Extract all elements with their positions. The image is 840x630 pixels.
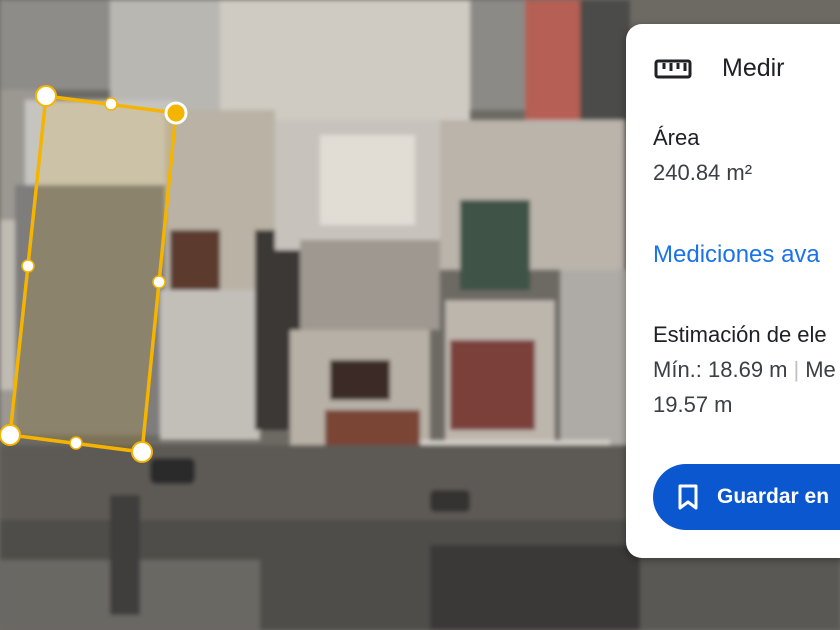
midpoint-handle[interactable] <box>104 97 118 111</box>
vertex-handle[interactable] <box>0 424 21 446</box>
elevation-value-2: 19.57 m <box>653 392 733 417</box>
elevation-next: Me <box>805 357 836 382</box>
elevation-label: Estimación de ele <box>653 322 827 347</box>
vertex-handle-selected[interactable] <box>164 101 188 125</box>
area-label: Área <box>653 125 700 150</box>
panel-title: Medir <box>722 54 785 82</box>
bookmark-icon <box>677 484 699 510</box>
save-button-label: Guardar en <box>717 485 830 508</box>
vertex-handle[interactable] <box>35 85 57 107</box>
midpoint-handle[interactable] <box>69 436 83 450</box>
save-button[interactable]: Guardar en <box>653 464 840 530</box>
area-value: 240.84 m² <box>653 160 753 185</box>
midpoint-handle[interactable] <box>152 275 166 289</box>
ruler-icon <box>654 56 692 82</box>
elevation-values: Mín.: 18.69 m | Me <box>653 357 836 383</box>
advanced-measurements-link[interactable]: Mediciones ava <box>653 241 820 269</box>
midpoint-handle[interactable] <box>21 259 35 273</box>
measure-panel: Medir Área 240.84 m² Mediciones ava Esti… <box>626 24 840 558</box>
panel-header: Medir <box>654 54 785 83</box>
vertex-handle[interactable] <box>131 441 153 463</box>
separator: | <box>793 357 800 382</box>
elevation-min: Mín.: 18.69 m <box>653 357 788 382</box>
